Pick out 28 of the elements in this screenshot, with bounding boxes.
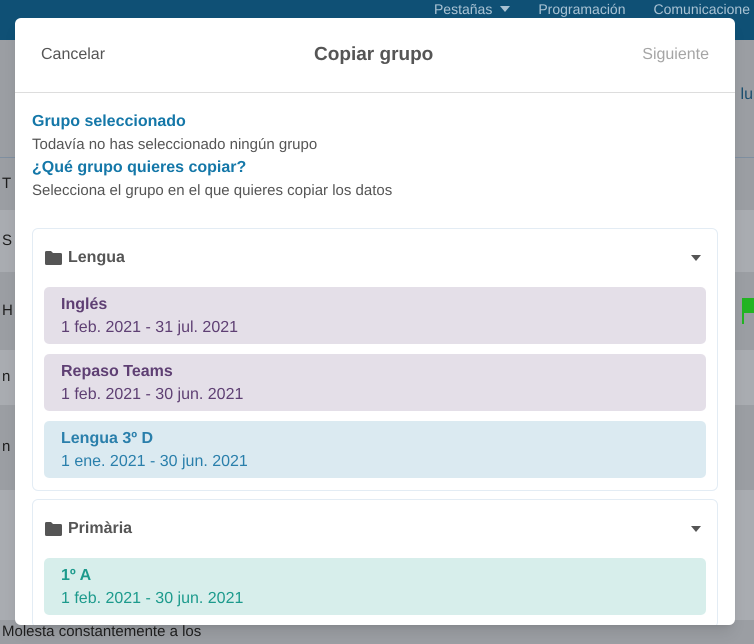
section-heading: ¿Qué grupo quieres copiar? xyxy=(32,158,248,178)
folder-header[interactable]: Primària xyxy=(44,500,706,558)
group-item[interactable]: Inglés 1 feb. 2021 - 31 jul. 2021 xyxy=(44,287,706,344)
table-cell-text: H xyxy=(1,300,13,321)
table-cell-text: S xyxy=(1,230,12,251)
section-text: Todavía no has seleccionado ningún grupo xyxy=(32,135,318,155)
table-cell-text: T xyxy=(1,174,12,194)
section-heading: Grupo seleccionado xyxy=(32,112,187,132)
dialog-title: Copiar grupo xyxy=(314,42,434,67)
table-cell-text: n xyxy=(1,367,10,388)
group-item[interactable]: Repaso Teams 1 feb. 2021 - 30 jun. 2021 xyxy=(44,354,706,411)
group-item[interactable]: Lengua 3º D 1 ene. 2021 - 30 jun. 2021 xyxy=(44,421,706,478)
caret-icon xyxy=(691,255,701,261)
nav-item[interactable]: Pestañas xyxy=(434,1,510,17)
folder-icon xyxy=(45,522,62,536)
caret-icon xyxy=(500,6,510,12)
nav-item[interactable]: Programación xyxy=(538,1,626,17)
group-item[interactable]: 1º A 1 feb. 2021 - 30 jun. 2021 xyxy=(44,558,706,615)
folder-header[interactable]: Lengua xyxy=(44,229,706,287)
caret-icon xyxy=(691,526,701,532)
page-text: lu xyxy=(740,84,754,104)
folder-icon xyxy=(45,251,62,265)
section-text: Selecciona el grupo en el que quieres copiar los datos xyxy=(32,181,394,201)
flag-icon xyxy=(742,298,754,324)
cancel-button[interactable]: Cancelar xyxy=(41,43,106,67)
table-cell-text: n xyxy=(1,437,10,458)
nav-item[interactable]: Comunicacione xyxy=(654,1,750,17)
table-cell-text: Molesta constantemente a los xyxy=(1,622,202,642)
